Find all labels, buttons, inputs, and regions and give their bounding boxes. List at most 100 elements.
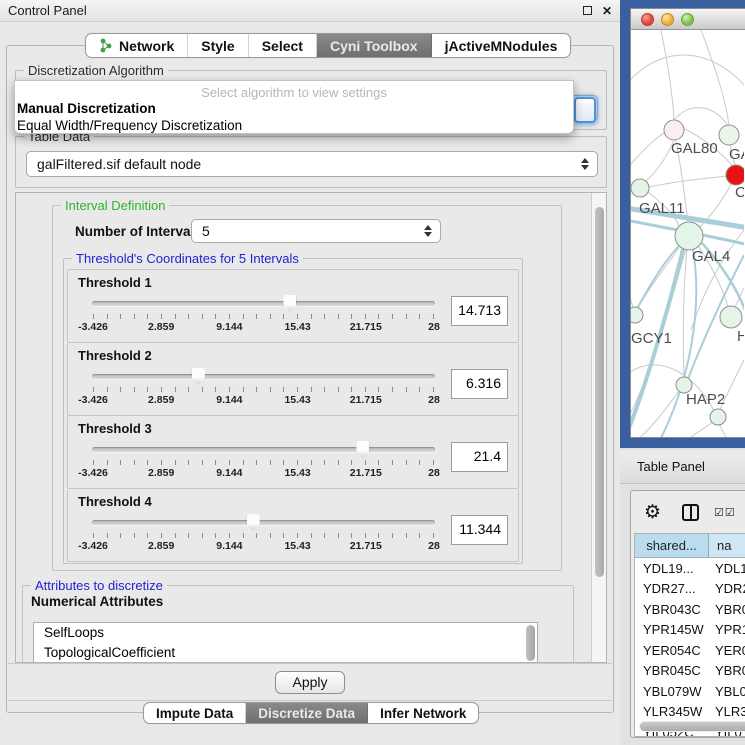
table-panel-title: Table Panel [637, 459, 705, 474]
threshold-value-field[interactable]: 21.4 [451, 442, 508, 472]
table-row[interactable]: YER054CYER0 [635, 640, 745, 661]
network-edge[interactable] [631, 288, 633, 308]
tab-jactivemnodules[interactable]: jActiveMNodules [432, 34, 571, 57]
algorithm-dropdown-popup: Select algorithm to view settings Manual… [14, 80, 574, 134]
algorithm-option[interactable]: Manual Discretization [15, 100, 573, 117]
tab-discretize-data[interactable]: Discretize Data [246, 703, 368, 723]
tab-select[interactable]: Select [249, 34, 317, 57]
network-edge[interactable] [674, 108, 728, 126]
slider-track[interactable] [92, 374, 435, 379]
network-node-label: GAL11 [639, 200, 685, 217]
network-node-gcy1[interactable] [631, 307, 643, 323]
table-horizontal-scrollbar-thumb[interactable] [640, 722, 745, 731]
network-edge[interactable] [638, 248, 679, 308]
table-panel-toolbar: ⚙ ☑☑ [631, 491, 745, 533]
threshold-panel: Threshold 1 -3.4262.8599.14415.4321.71528… [67, 269, 519, 343]
network-node-gal11[interactable] [631, 179, 649, 197]
threshold-value-field[interactable]: 14.713 [451, 296, 508, 326]
number-of-intervals-label: Number of Intervals [75, 224, 202, 239]
zoom-window-icon[interactable] [681, 13, 694, 26]
network-edge[interactable] [631, 55, 744, 85]
network-node-right-h[interactable] [720, 306, 742, 328]
network-node-top-right[interactable] [719, 125, 739, 145]
table-row[interactable]: YBL079WYBL0 [635, 681, 745, 702]
split-columns-icon[interactable] [682, 504, 699, 521]
network-canvas[interactable]: GAL80GACGAL11GAL4GCY1HHAP2 [631, 30, 744, 437]
threshold-value-field[interactable]: 6.316 [451, 369, 508, 399]
network-edge[interactable] [701, 30, 729, 126]
algorithm-option[interactable]: Equal Width/Frequency Discretization [15, 117, 573, 134]
thresholds-group-title: Threshold's Coordinates for 5 Intervals [72, 251, 303, 266]
slider-track[interactable] [92, 520, 435, 525]
close-panel-icon[interactable]: ✕ [602, 0, 612, 22]
cyni-toolbox-panel: Discretization Algorithm Table Data galF… [6, 45, 614, 713]
attribute-list-item[interactable]: TopologicalCoefficient [34, 643, 537, 663]
slider-track[interactable] [92, 301, 435, 306]
table-row[interactable]: YDR27...YDR2 [635, 579, 745, 600]
control-panel-tabbar: NetworkStyleSelectCyni ToolboxjActiveMNo… [85, 33, 571, 58]
network-edge[interactable] [645, 140, 674, 182]
slider-track[interactable] [92, 447, 435, 452]
table-data-combobox[interactable]: galFiltered.sif default node [26, 151, 598, 177]
table-data-selected: galFiltered.sif default node [37, 156, 201, 172]
gear-icon[interactable]: ⚙ [644, 501, 661, 524]
network-window-titlebar [631, 9, 745, 30]
table-header-row: shared... na [635, 534, 745, 558]
tab-cyni-toolbox[interactable]: Cyni Toolbox [317, 34, 432, 57]
column-header-shared-name[interactable]: shared... [635, 534, 709, 557]
tab-infer-network[interactable]: Infer Network [368, 703, 478, 723]
tab-style[interactable]: Style [188, 34, 248, 57]
select-columns-icon[interactable]: ☑☑ [714, 506, 736, 519]
minimize-window-icon[interactable] [661, 13, 674, 26]
pane-scrollbar-thumb[interactable] [595, 207, 604, 577]
slider-tick-labels: -3.4262.8599.14415.4321.71528 [93, 394, 434, 408]
network-edge[interactable] [649, 176, 727, 187]
slider-ticks [93, 533, 434, 538]
network-node-bottom-small[interactable] [710, 409, 726, 425]
close-window-icon[interactable] [641, 13, 654, 26]
network-node-red[interactable] [726, 165, 744, 185]
table-horizontal-scrollbar[interactable] [639, 721, 745, 732]
slider-thumb[interactable] [247, 514, 260, 531]
control-panel-titlebar: Control Panel ✕ [0, 0, 620, 22]
table-row[interactable]: YDL19...YDL1 [635, 558, 745, 579]
slider-thumb[interactable] [192, 368, 205, 385]
table-row[interactable]: YPR145WYPR1 [635, 620, 745, 641]
attribute-list-item[interactable]: SelfLoops [34, 623, 537, 643]
network-node-label: HAP2 [686, 391, 725, 408]
table-row[interactable]: YLR345WYLR3 [635, 702, 745, 723]
network-view-window: GAL80GACGAL11GAL4GCY1HHAP2 [630, 8, 745, 438]
table-row[interactable]: YBR045CYBR0 [635, 661, 745, 682]
number-of-intervals-combobox[interactable]: 5 [191, 219, 441, 243]
network-edge[interactable] [691, 422, 713, 437]
threshold-slider[interactable]: -3.4262.8599.14415.4321.71528 [92, 365, 435, 413]
slider-tick-labels: -3.4262.8599.14415.4321.71528 [93, 467, 434, 481]
network-edge[interactable] [661, 30, 674, 120]
list-scrollbar[interactable] [526, 625, 535, 661]
threshold-panel: Threshold 3-3.4262.8599.14415.4321.71528… [67, 416, 519, 489]
column-header-name[interactable]: na [709, 534, 745, 557]
tab-impute-data[interactable]: Impute Data [144, 703, 246, 723]
threshold-panel: Threshold 4-3.4262.8599.14415.4321.71528… [67, 489, 519, 562]
slider-thumb[interactable] [356, 441, 369, 458]
threshold-label: Threshold 1 [78, 275, 508, 290]
combo-stepper-icon [424, 225, 432, 237]
network-node-gal80[interactable] [664, 120, 684, 140]
threshold-slider[interactable]: -3.4262.8599.14415.4321.71528 [92, 292, 435, 340]
threshold-slider[interactable]: -3.4262.8599.14415.4321.71528 [92, 438, 435, 486]
numerical-attributes-list[interactable]: SelfLoopsTopologicalCoefficientBetweenne… [33, 622, 538, 663]
pane-scrollbar[interactable] [591, 193, 606, 662]
interval-definition-group-title: Interval Definition [61, 198, 169, 213]
table-row[interactable]: YBR043CYBR0 [635, 599, 745, 620]
network-node-gal4[interactable] [675, 222, 703, 250]
threshold-panel: Threshold 2-3.4262.8599.14415.4321.71528… [67, 343, 519, 416]
network-edge[interactable] [683, 250, 687, 377]
apply-button[interactable]: Apply [275, 671, 344, 694]
network-node-label: C [735, 184, 744, 201]
float-window-icon[interactable] [583, 0, 592, 22]
network-node-label: H [737, 328, 744, 345]
slider-thumb[interactable] [283, 295, 296, 312]
tab-network[interactable]: Network [86, 34, 188, 57]
threshold-value-field[interactable]: 11.344 [451, 515, 508, 545]
threshold-slider[interactable]: -3.4262.8599.14415.4321.71528 [92, 511, 435, 559]
